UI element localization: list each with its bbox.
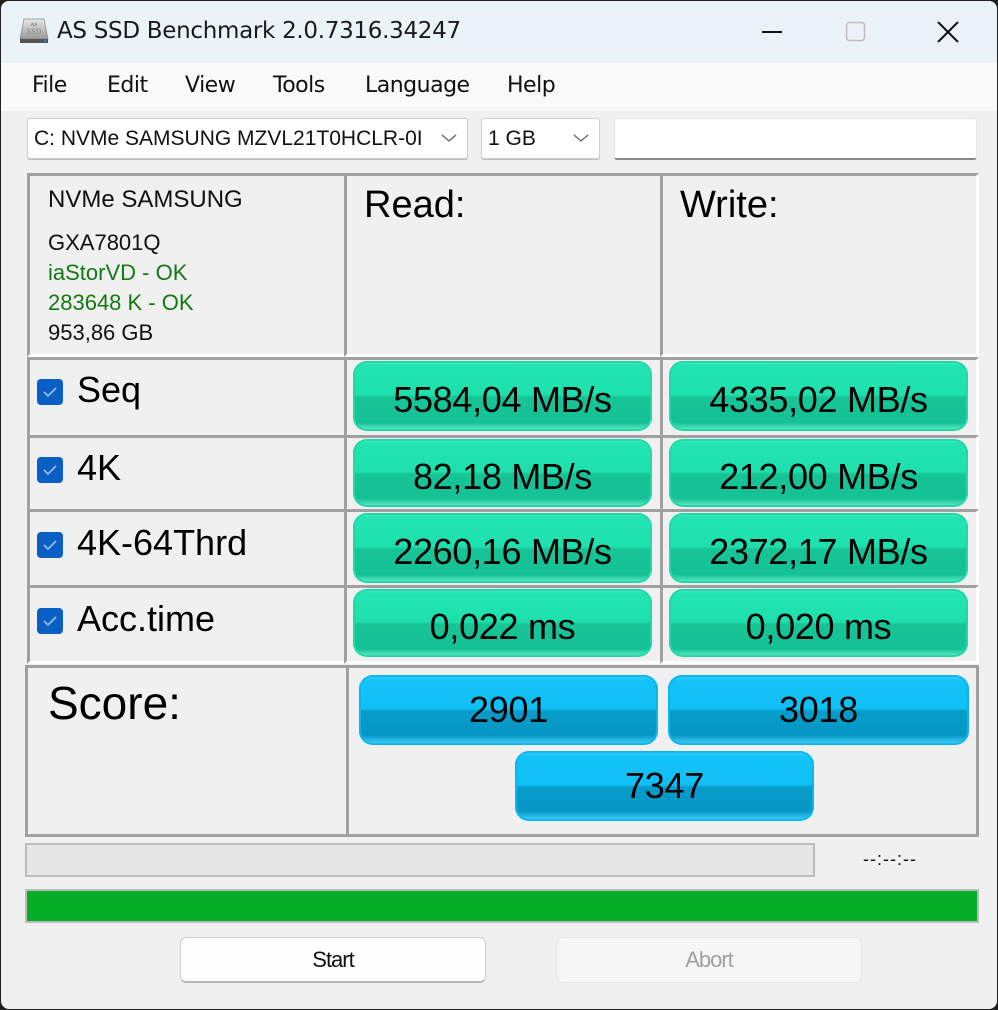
menu-tools[interactable]: Tools bbox=[273, 73, 325, 98]
overall-progress-fill bbox=[27, 891, 977, 921]
chevron-down-icon bbox=[573, 134, 589, 142]
size-select[interactable]: 1 GB bbox=[481, 118, 600, 159]
drive-firmware: GXA7801Q bbox=[48, 230, 161, 255]
menu-file[interactable]: File bbox=[32, 73, 67, 98]
chevron-down-icon bbox=[441, 134, 457, 142]
read-result-value: 5584,04 MB/s bbox=[353, 361, 652, 431]
checkmark-icon bbox=[43, 616, 57, 627]
minimize-icon bbox=[762, 31, 782, 33]
score-write: 3018 bbox=[668, 675, 969, 745]
write-result-value: 2372,17 MB/s bbox=[669, 513, 968, 583]
score-read: 2901 bbox=[359, 675, 658, 745]
write-result-value: 4335,02 MB/s bbox=[669, 361, 968, 431]
test-checkbox[interactable] bbox=[37, 608, 63, 634]
menu-language[interactable]: Language bbox=[365, 73, 470, 98]
maximize-button[interactable] bbox=[811, 1, 901, 63]
test-checkbox[interactable] bbox=[37, 532, 63, 558]
score-label-cell: Score: bbox=[25, 665, 349, 837]
checkmark-icon bbox=[43, 540, 57, 551]
driver-status: iaStorVD - OK bbox=[48, 260, 188, 285]
write-header: Write: bbox=[680, 184, 779, 226]
overall-progress-bar bbox=[25, 889, 979, 923]
write-result-value: 212,00 MB/s bbox=[669, 439, 968, 507]
menu-help[interactable]: Help bbox=[507, 73, 556, 98]
close-button[interactable] bbox=[903, 1, 993, 63]
score-label: Score: bbox=[48, 677, 181, 729]
read-header-cell: Read: bbox=[344, 173, 663, 357]
svg-text:SSD: SSD bbox=[26, 28, 41, 36]
title-bar: AS SSD AS SSD Benchmark 2.0.7316.34247 bbox=[1, 1, 997, 63]
read-result-value: 82,18 MB/s bbox=[353, 439, 652, 507]
test-progress-bar bbox=[25, 843, 815, 877]
minimize-button[interactable] bbox=[728, 1, 818, 63]
checkmark-icon bbox=[43, 387, 57, 398]
extra-text-field[interactable] bbox=[614, 118, 977, 160]
read-result-value: 2260,16 MB/s bbox=[353, 513, 652, 583]
drive-select-value: C: NVMe SAMSUNG MZVL21T0HCLR-0I bbox=[34, 127, 423, 150]
score-total: 7347 bbox=[515, 751, 814, 821]
drive-select[interactable]: C: NVMe SAMSUNG MZVL21T0HCLR-0I bbox=[27, 118, 468, 159]
ssd-drive-icon: AS SSD bbox=[19, 18, 49, 43]
window-title: AS SSD Benchmark 2.0.7316.34247 bbox=[57, 18, 461, 44]
size-select-value: 1 GB bbox=[488, 127, 536, 150]
app-window: AS SSD AS SSD Benchmark 2.0.7316.34247 F… bbox=[1, 1, 997, 1009]
menu-bar: File Edit View Tools Language Help bbox=[1, 63, 997, 111]
test-row-label: Seq bbox=[77, 369, 142, 410]
checkmark-icon bbox=[43, 465, 57, 476]
test-checkbox[interactable] bbox=[37, 457, 63, 483]
test-row-label-cell bbox=[27, 357, 347, 438]
maximize-icon bbox=[845, 21, 866, 42]
menu-view[interactable]: View bbox=[185, 73, 236, 98]
test-row-label: 4K bbox=[77, 447, 122, 488]
test-row-label: Acc.time bbox=[77, 598, 216, 639]
test-checkbox[interactable] bbox=[37, 379, 63, 405]
test-row-label-cell bbox=[27, 435, 347, 512]
drive-capacity: 953,86 GB bbox=[48, 320, 154, 345]
abort-button[interactable]: Abort bbox=[556, 937, 862, 983]
menu-edit[interactable]: Edit bbox=[107, 73, 148, 98]
read-result-value: 0,022 ms bbox=[353, 589, 652, 657]
write-header-cell: Write: bbox=[660, 173, 979, 357]
test-row-label: 4K-64Thrd bbox=[77, 522, 248, 563]
start-button[interactable]: Start bbox=[180, 937, 486, 983]
drive-model: NVMe SAMSUNG bbox=[48, 186, 243, 213]
write-result-value: 0,020 ms bbox=[669, 589, 968, 657]
alignment-status: 283648 K - OK bbox=[48, 290, 194, 315]
read-header: Read: bbox=[364, 184, 466, 226]
elapsed-timer: --:--:-- bbox=[863, 849, 917, 869]
drive-info-panel: NVMe SAMSUNG GXA7801Q iaStorVD - OK 2836… bbox=[27, 173, 347, 357]
close-icon bbox=[937, 21, 959, 43]
